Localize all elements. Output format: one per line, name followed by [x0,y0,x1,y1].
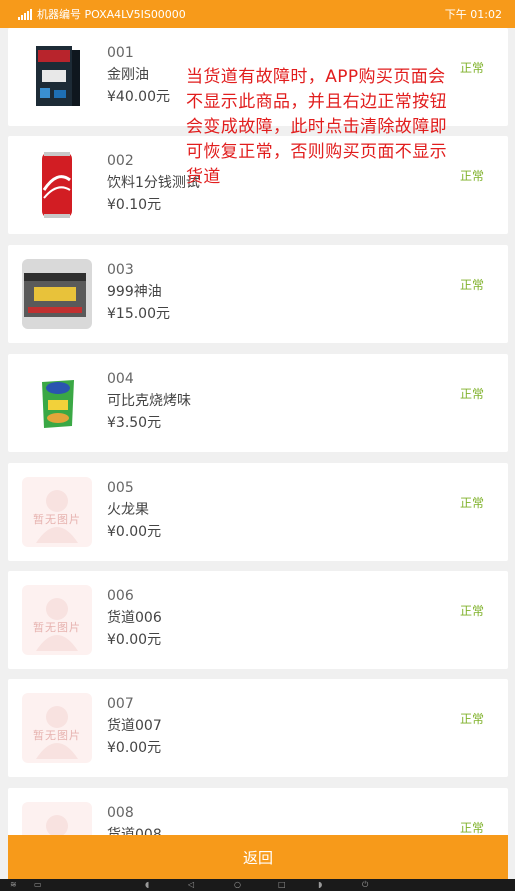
list-item: 暂无图片 008 货道008 正常 [8,788,508,835]
status-button[interactable]: 正常 [460,819,484,835]
product-image [22,42,92,112]
item-number: 006 [107,588,134,604]
power-icon[interactable]: ⏻ [362,879,368,891]
oil-box-image [24,273,86,317]
item-name: 金刚油 [107,67,149,83]
system-nav-bar: ≋ ▭ ◖ ◁ ○ □ ◗ ⏻ [0,879,515,891]
product-image [22,259,92,329]
person-icon [46,815,68,835]
placeholder-image: 暂无图片 [22,802,92,835]
item-price: ¥3.50元 [107,415,162,431]
item-number: 003 [107,262,134,278]
item-number: 001 [107,45,134,61]
item-name: 货道007 [107,718,162,734]
back-icon[interactable]: ◁ [188,879,194,891]
no-image-label: 暂无图片 [33,513,81,526]
item-name: 火龙果 [107,502,149,518]
list-item: 003 999神油 ¥15.00元 正常 [8,245,508,343]
item-price: ¥0.00元 [107,524,162,540]
home-icon[interactable]: ○ [234,879,241,891]
list-item: 暂无图片 005 火龙果 ¥0.00元 正常 [8,463,508,561]
status-button[interactable]: 正常 [460,494,484,511]
item-number: 008 [107,805,134,821]
list-item: 004 可比克烧烤味 ¥3.50元 正常 [8,354,508,452]
cola-can-image [42,152,72,218]
item-price: ¥0.00元 [107,740,162,756]
list-item: 暂无图片 007 货道007 ¥0.00元 正常 [8,679,508,777]
status-button[interactable]: 正常 [460,276,484,293]
signal-icon [18,8,32,20]
status-button[interactable]: 正常 [460,59,484,76]
volume-up-icon[interactable]: ◗ [318,879,322,891]
item-price: ¥0.00元 [107,632,162,648]
status-button[interactable]: 正常 [460,385,484,402]
clock: 下午 01:02 [444,8,502,21]
product-image [22,150,92,220]
item-price: ¥0.10元 [107,197,162,213]
item-price: ¥15.00元 [107,306,170,322]
product-image [22,368,92,438]
placeholder-image: 暂无图片 [22,585,92,655]
kingi-box-image [36,46,80,106]
recents-icon[interactable]: □ [278,879,286,891]
wifi-icon: ≋ [10,880,17,889]
item-number: 005 [107,480,134,496]
annotation-note: 当货道有故障时，APP购买页面会不显示此商品，并且右边正常按钮会变成故障，此时点… [186,67,447,187]
item-name: 可比克烧烤味 [107,393,191,409]
chips-bag-image [42,380,74,428]
back-button[interactable]: 返回 [8,835,508,879]
no-image-label: 暂无图片 [33,621,81,634]
no-image-label: 暂无图片 [33,729,81,742]
status-button[interactable]: 正常 [460,167,484,184]
item-price: ¥40.00元 [107,89,170,105]
list-item: 暂无图片 006 货道006 ¥0.00元 正常 [8,571,508,669]
volume-down-icon[interactable]: ◖ [145,879,149,891]
placeholder-image: 暂无图片 [22,477,92,547]
item-number: 004 [107,371,134,387]
item-name: 货道006 [107,610,162,626]
item-name: 999神油 [107,284,162,300]
device-number: 机器编号 POXA4LV5IS00000 [37,8,186,21]
placeholder-image: 暂无图片 [22,693,92,763]
channel-list[interactable]: 001 金刚油 ¥40.00元 正常 002 饮料1分钱测试 ¥0.10元 正常 [0,28,515,835]
status-button[interactable]: 正常 [460,710,484,727]
status-button[interactable]: 正常 [460,602,484,619]
item-name: 货道008 [107,827,162,835]
screenshot-icon[interactable]: ▭ [34,879,42,891]
item-number: 007 [107,696,134,712]
status-bar: 机器编号 POXA4LV5IS00000 下午 01:02 [0,0,515,28]
